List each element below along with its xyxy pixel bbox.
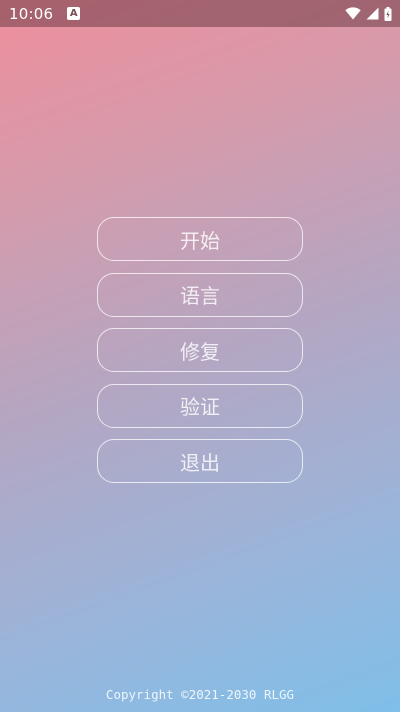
notification-a-icon: A [67, 7, 81, 20]
status-time: 10:06 [9, 4, 54, 23]
signal-icon [366, 7, 379, 20]
status-bar: 10:06 A [0, 0, 400, 27]
main-menu: 开始 语言 修复 验证 退出 [97, 217, 303, 495]
exit-button[interactable]: 退出 [97, 439, 303, 483]
wifi-icon [345, 7, 361, 20]
verify-button[interactable]: 验证 [97, 383, 303, 428]
repair-button[interactable]: 修复 [97, 328, 303, 372]
language-button[interactable]: 语言 [97, 272, 303, 317]
start-button[interactable]: 开始 [97, 217, 303, 261]
status-icons [345, 6, 392, 21]
copyright-footer: Copyright ©2021-2030 RLGG [105, 687, 295, 702]
battery-icon [384, 6, 392, 21]
